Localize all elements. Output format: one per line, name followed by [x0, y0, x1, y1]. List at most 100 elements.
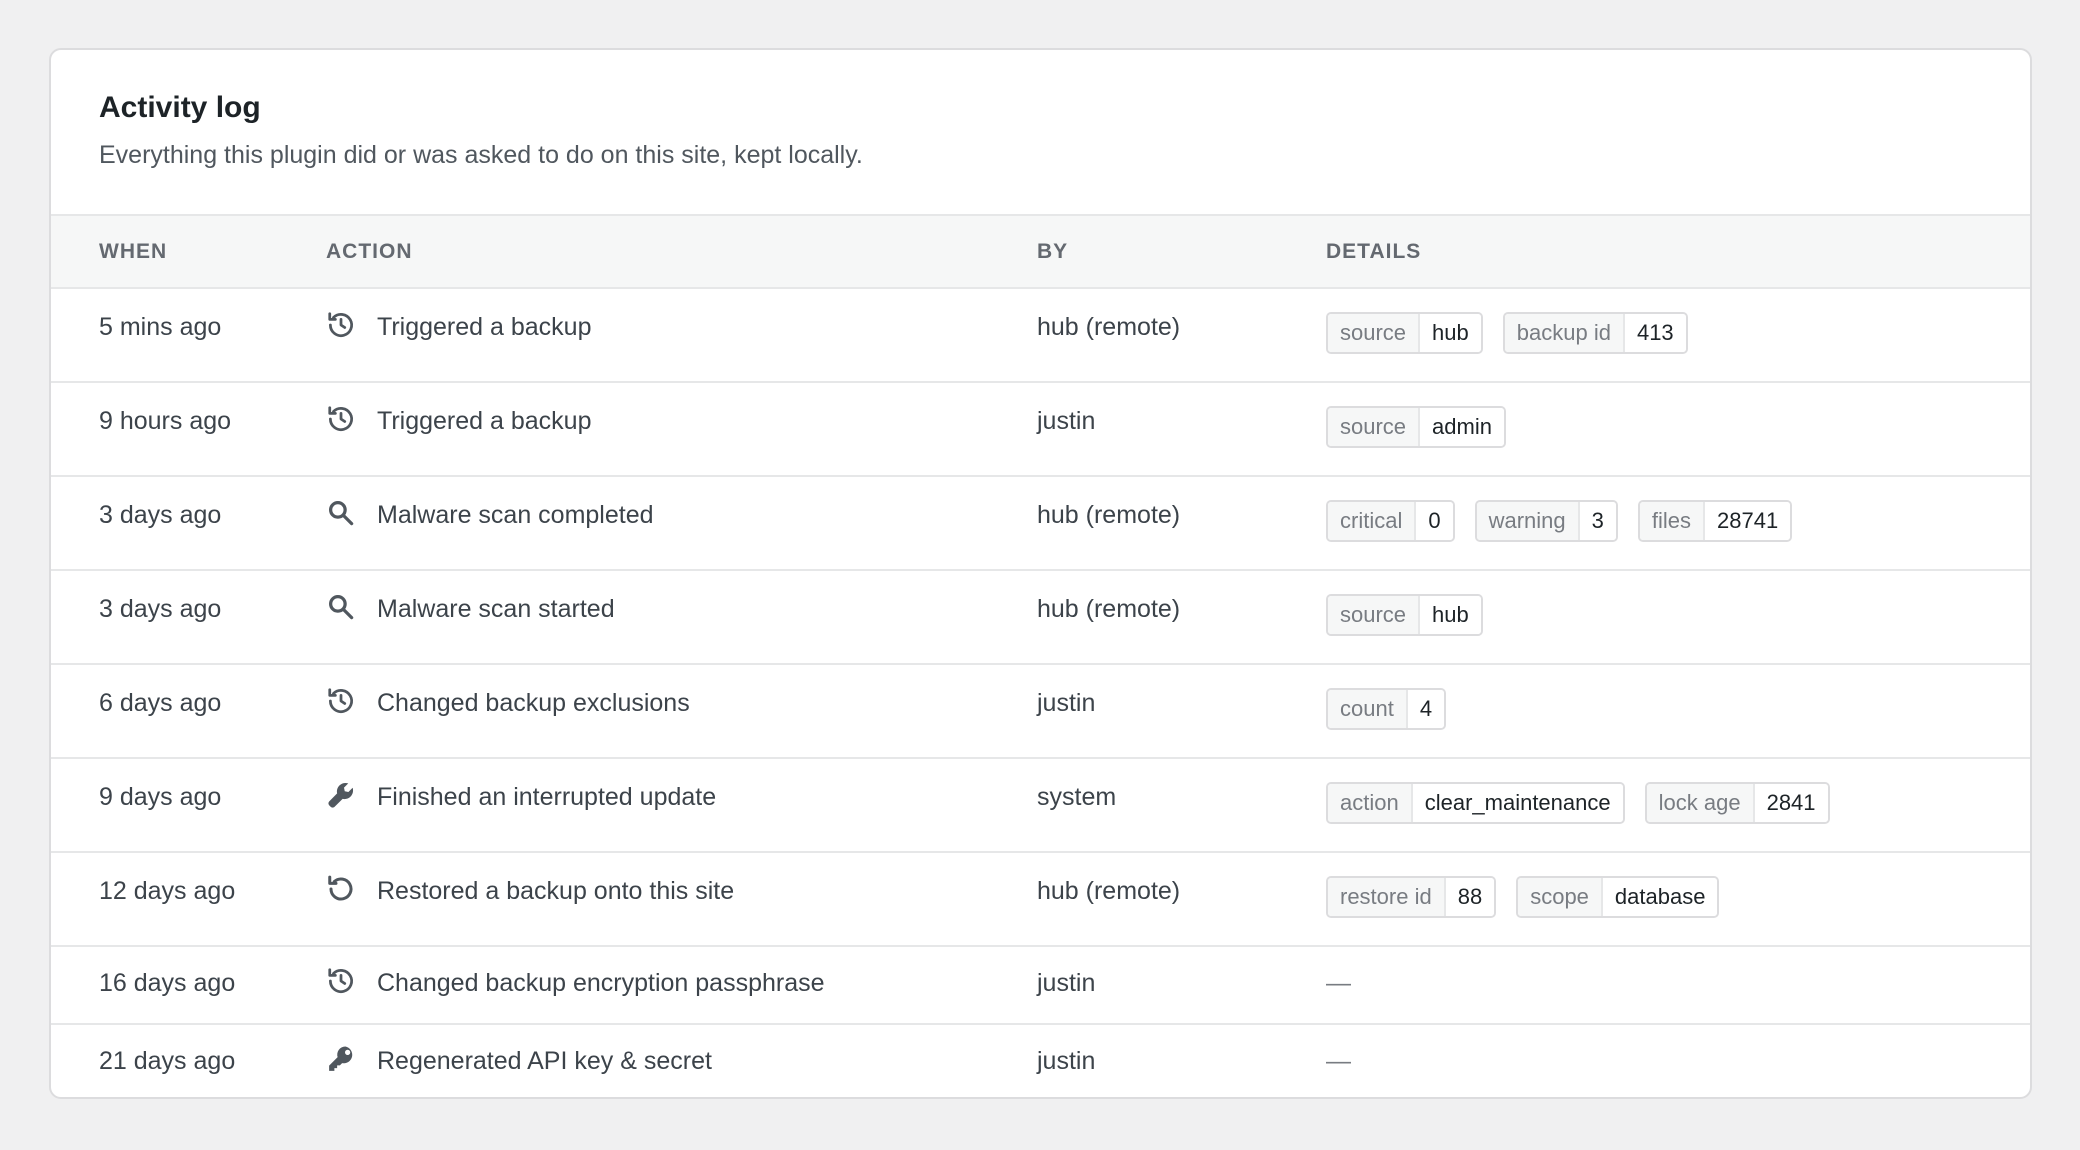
detail-badge: count 4: [1326, 688, 1447, 730]
history-icon: [326, 310, 356, 340]
row-when: 16 days ago: [99, 969, 236, 997]
detail-value: admin: [1420, 408, 1504, 446]
detail-key: scope: [1518, 878, 1603, 916]
row-by: hub (remote): [1037, 877, 1181, 905]
row-details-cell: action clear_maintenance lock age 2841: [1326, 758, 2030, 852]
table-row: 9 days ago Finished an interrupted update…: [51, 758, 2030, 852]
empty-details-dash: —: [1326, 969, 1351, 997]
row-action-label: Malware scan completed: [377, 501, 654, 529]
detail-badge: warning 3: [1474, 500, 1618, 542]
detail-value: 2841: [1754, 784, 1828, 822]
row-details-cell: source hub: [1326, 570, 2030, 664]
row-by: justin: [1037, 689, 1096, 717]
detail-value: 0: [1416, 502, 1453, 540]
row-action-label: Regenerated API key & secret: [377, 1047, 712, 1075]
table-row: 9 hours ago Triggered a backup justin sourc…: [51, 382, 2030, 476]
empty-details-dash: —: [1326, 1047, 1351, 1075]
row-action-cell: Regenerated API key & secret: [326, 1024, 1037, 1097]
row-action-cell: Finished an interrupted update: [326, 758, 1037, 852]
column-header-details: DETAILS: [1326, 239, 1422, 263]
row-when: 3 days ago: [99, 595, 222, 623]
row-action-label: Changed backup exclusions: [377, 689, 690, 717]
detail-key: source: [1328, 408, 1421, 446]
row-action-cell: Malware scan completed: [326, 476, 1037, 570]
activity-log-card: Activity log Everything this plugin did …: [49, 48, 2032, 1099]
row-details-cell: count 4: [1326, 664, 2030, 758]
detail-badge: critical 0: [1326, 500, 1455, 542]
detail-key: source: [1328, 596, 1421, 634]
row-by: justin: [1037, 969, 1096, 997]
row-details-cell: —: [1326, 946, 2030, 1024]
row-when: 9 hours ago: [99, 407, 232, 435]
activity-table: WHEN ACTION BY DETAILS 5 mins ago Trigger…: [51, 216, 2030, 1097]
row-action-label: Changed backup encryption passphrase: [377, 969, 825, 997]
row-when: 21 days ago: [99, 1047, 236, 1075]
restore-icon: [326, 874, 356, 904]
detail-badge: scope database: [1516, 876, 1720, 918]
row-when: 5 mins ago: [99, 313, 222, 341]
detail-value: 3: [1579, 502, 1616, 540]
column-header-when: WHEN: [99, 239, 168, 263]
detail-key: count: [1328, 690, 1408, 728]
detail-value: hub: [1420, 596, 1481, 634]
column-header-action: ACTION: [326, 239, 413, 263]
row-by: justin: [1037, 1047, 1096, 1075]
detail-badge: backup id 413: [1502, 312, 1688, 354]
table-row: 16 days ago Changed backup encryption pas…: [51, 946, 2030, 1024]
row-details-cell: restore id 88 scope database: [1326, 852, 2030, 946]
column-header-by: BY: [1037, 239, 1069, 263]
detail-badge: files 28741: [1637, 500, 1793, 542]
table-row: 21 days ago Regenerated API key & secret j…: [51, 1024, 2030, 1097]
card-header: Activity log Everything this plugin did …: [51, 50, 2030, 216]
detail-badge: restore id 88: [1326, 876, 1497, 918]
page-title: Activity log: [99, 91, 261, 124]
row-by: hub (remote): [1037, 595, 1181, 623]
detail-key: warning: [1476, 502, 1580, 540]
row-action-label: Triggered a backup: [377, 313, 592, 341]
search-icon: [326, 592, 356, 622]
detail-value: 4: [1407, 690, 1445, 728]
history-icon: [326, 404, 356, 434]
detail-key: critical: [1328, 502, 1417, 540]
row-details-cell: —: [1326, 1024, 2030, 1097]
detail-key: lock age: [1646, 784, 1755, 822]
row-details-cell: critical 0 warning 3 files 28741: [1326, 476, 2030, 570]
row-action-label: Restored a backup onto this site: [377, 877, 735, 905]
table-row: 3 days ago Malware scan completed hub (rem…: [51, 476, 2030, 570]
history-icon: [326, 966, 356, 996]
row-action-cell: Triggered a backup: [326, 382, 1037, 476]
row-by: system: [1037, 783, 1117, 811]
detail-badge: action clear_maintenance: [1326, 782, 1625, 824]
row-details-cell: source admin: [1326, 382, 2030, 476]
table-row: 12 days ago Restored a backup onto this s…: [51, 852, 2030, 946]
row-when: 3 days ago: [99, 501, 222, 529]
row-action-label: Triggered a backup: [377, 407, 592, 435]
detail-badge: source hub: [1326, 594, 1483, 636]
detail-key: backup id: [1504, 314, 1625, 352]
detail-value: 413: [1624, 314, 1686, 352]
row-when: 9 days ago: [99, 783, 222, 811]
row-by: hub (remote): [1037, 501, 1181, 529]
key-icon: [326, 1044, 356, 1074]
row-action-cell: Malware scan started: [326, 570, 1037, 664]
detail-badge: lock age 2841: [1644, 782, 1830, 824]
detail-value: 88: [1445, 878, 1495, 916]
search-icon: [326, 498, 356, 528]
row-action-cell: Changed backup exclusions: [326, 664, 1037, 758]
row-action-cell: Triggered a backup: [326, 288, 1037, 382]
table-row: 3 days ago Malware scan started hub (remot…: [51, 570, 2030, 664]
table-body: 5 mins ago Triggered a backup hub (remote)…: [51, 288, 2030, 1097]
wrench-icon: [326, 780, 356, 810]
table-row: 6 days ago Changed backup exclusions justi…: [51, 664, 2030, 758]
history-icon: [326, 686, 356, 716]
detail-key: action: [1328, 784, 1413, 822]
row-action-label: Malware scan started: [377, 595, 615, 623]
detail-value: database: [1602, 878, 1718, 916]
detail-value: 28741: [1705, 502, 1791, 540]
page-subtitle: Everything this plugin did or was asked …: [99, 141, 863, 169]
table-row: 5 mins ago Triggered a backup hub (remote)…: [51, 288, 2030, 382]
row-action-label: Finished an interrupted update: [377, 783, 717, 811]
row-when: 6 days ago: [99, 689, 222, 717]
row-by: justin: [1037, 407, 1096, 435]
table-header-row: WHEN ACTION BY DETAILS: [51, 216, 2030, 288]
